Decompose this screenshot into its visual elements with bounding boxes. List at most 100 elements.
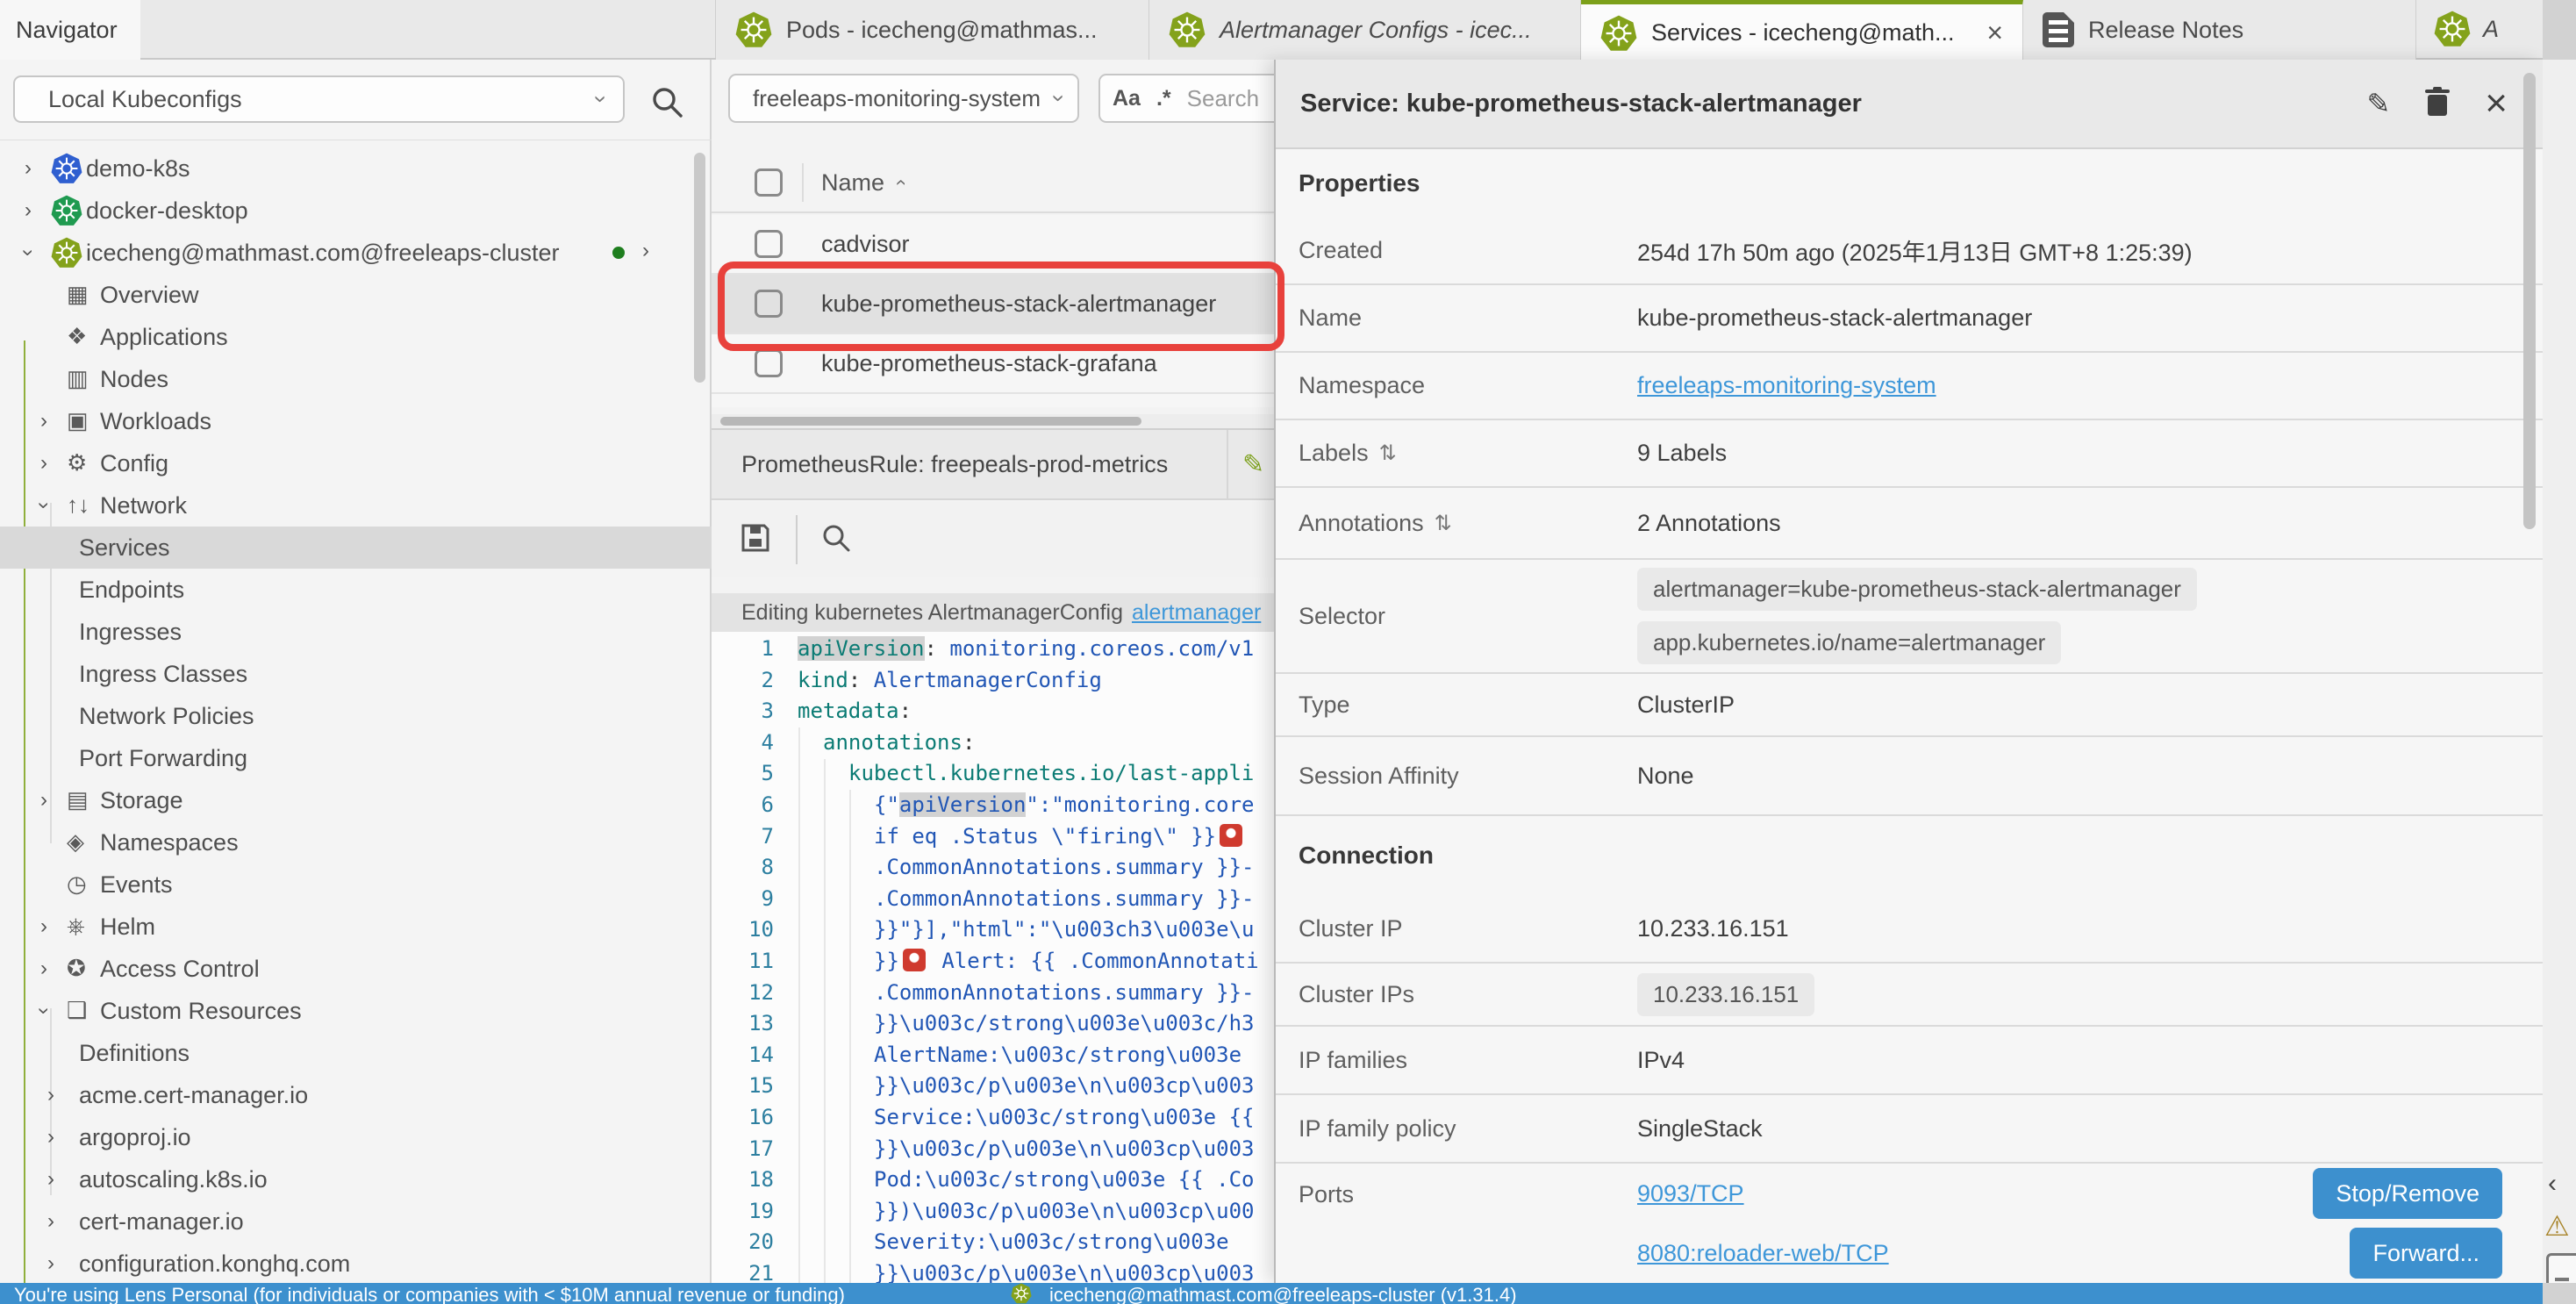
namespace-select[interactable]: freeleaps-monitoring-system › <box>728 74 1079 123</box>
dock-tab-prometheusrule[interactable]: PrometheusRule: freepeals-prod-metrics ✎ <box>712 428 1274 500</box>
navigator-panel-tab[interactable]: Navigator <box>0 0 140 60</box>
sidebar-item-access-control[interactable]: ›✪Access Control <box>0 948 712 990</box>
row-checkbox[interactable] <box>755 290 783 318</box>
sidebar-item-definitions[interactable]: Definitions <box>0 1032 712 1074</box>
table-row-cadvisor[interactable]: cadvisor <box>712 215 1274 275</box>
table-row-kube-prometheus-stack-[interactable]: kube-prometheus-stack-... <box>712 394 1274 407</box>
chevron-right-icon[interactable]: › <box>47 1125 54 1150</box>
chevron-right-icon[interactable]: › <box>40 451 47 476</box>
search-placeholder: Search <box>1187 85 1259 112</box>
sidebar-item-services[interactable]: Services <box>0 527 712 569</box>
tab-release-notes[interactable]: Release Notes <box>2023 0 2416 60</box>
table-row-kube-prometheus-stack-alertmanager[interactable]: kube-prometheus-stack-alertmanager <box>712 275 1274 334</box>
detail-value: kube-prometheus-stack-alertmanager <box>1637 305 2032 332</box>
cluster-tree: ›demo-k8s›docker-desktop›icecheng@mathma… <box>0 147 712 1283</box>
drawer-body: PropertiesCreated254d 17h 50m ago (2025年… <box>1276 149 2543 1283</box>
regex-icon[interactable]: .* <box>1156 86 1171 111</box>
forward--button[interactable]: Forward... <box>2350 1228 2502 1279</box>
stop-remove-button[interactable]: Stop/Remove <box>2313 1168 2502 1219</box>
port-link[interactable]: 8080:reloader-web/TCP <box>1637 1240 1889 1267</box>
sidebar-item-namespaces[interactable]: ◈Namespaces <box>0 821 712 863</box>
sidebar-item-label: Services <box>79 534 170 562</box>
chevron-right-icon[interactable]: › <box>40 409 47 433</box>
chevron-right-icon[interactable]: › <box>40 788 47 813</box>
edit-pencil-icon[interactable]: ✎ <box>2366 87 2390 120</box>
drawer-scrollbar-thumb[interactable] <box>2523 73 2536 529</box>
sidebar-item-endpoints[interactable]: Endpoints <box>0 569 712 611</box>
catalog-search-icon[interactable] <box>649 84 684 119</box>
tab-alertmanager-configs-ice[interactable]: Alertmanager Configs - icec... <box>1149 0 1581 60</box>
list-search-input[interactable]: Aa .* Search <box>1098 74 1274 123</box>
name-column-header[interactable]: Name <box>821 169 884 197</box>
match-case-icon[interactable]: Aa <box>1113 86 1141 111</box>
strip-top <box>2543 0 2576 60</box>
chevron-right-icon[interactable]: › <box>25 198 32 223</box>
chevron-right-icon[interactable]: › <box>40 957 47 981</box>
namespace-link[interactable]: freeleaps-monitoring-system <box>1637 372 1936 399</box>
editor-search-icon[interactable] <box>820 522 852 558</box>
sidebar-item-cert-manager-io[interactable]: ›cert-manager.io <box>0 1200 712 1243</box>
editing-text: Editing kubernetes AlertmanagerConfig <box>741 600 1123 626</box>
sidebar-item-nodes[interactable]: ▥Nodes <box>0 358 712 400</box>
sidebar-item-acme-cert-manager-io[interactable]: ›acme.cert-manager.io <box>0 1074 712 1116</box>
sidebar-item-events[interactable]: ◷Events <box>0 863 712 906</box>
chevron-down-icon[interactable]: › <box>32 502 56 509</box>
chevron-down-icon[interactable]: › <box>32 1007 56 1014</box>
sidebar-item-label: Endpoints <box>79 577 184 604</box>
tab-pods-icecheng-mathmas-[interactable]: Pods - icecheng@mathmas... <box>716 0 1149 60</box>
save-icon[interactable] <box>740 522 771 558</box>
row-checkbox[interactable] <box>755 230 783 258</box>
sidebar-item-port-forwarding[interactable]: Port Forwarding <box>0 737 712 779</box>
port-link[interactable]: 9093/TCP <box>1637 1180 1744 1207</box>
edit-pencil-icon[interactable]: ✎ <box>1242 449 1264 480</box>
table-horizontal-scrollbar[interactable] <box>712 414 1274 428</box>
editor-line-numbers: 123456789101112131415161718192021 <box>712 634 786 1283</box>
chevron-down-icon[interactable]: › <box>16 249 40 256</box>
sidebar-item-demo-k8s[interactable]: ›demo-k8s <box>0 147 712 190</box>
kubeconfig-select[interactable]: Local Kubeconfigs › <box>13 75 625 123</box>
sidebar-item-ingresses[interactable]: Ingresses <box>0 611 712 653</box>
close-tab-icon[interactable]: × <box>1974 17 2003 49</box>
tab-services-icecheng-math-[interactable]: Services - icecheng@math...× <box>1581 0 2023 61</box>
sidebar-item-docker-desktop[interactable]: ›docker-desktop <box>0 190 712 232</box>
sidebar-item-autoscaling-k8s-io[interactable]: ›autoscaling.k8s.io <box>0 1158 712 1200</box>
chevron-right-icon[interactable]: › <box>25 156 32 181</box>
chevron-down-icon: › <box>1048 95 1071 103</box>
detail-label: Labels <box>1299 440 1369 467</box>
sort-toggle-icon[interactable]: ⇅ <box>1379 441 1397 466</box>
chevron-right-icon[interactable]: › <box>47 1167 54 1192</box>
kubernetes-icon <box>1600 15 1637 52</box>
chevron-left-icon[interactable]: ‹ <box>2548 1169 2557 1199</box>
select-all-checkbox[interactable] <box>755 168 783 197</box>
sidebar-item-icecheng-mathmast-com-freeleaps-cluster[interactable]: ›icecheng@mathmast.com@freeleaps-cluster… <box>0 232 712 274</box>
sidebar-item-custom-resources[interactable]: ›❑Custom Resources <box>0 990 712 1032</box>
row-checkbox[interactable] <box>755 349 783 377</box>
sidebar-item-argoproj-io[interactable]: ›argoproj.io <box>0 1116 712 1158</box>
sidebar-scrollbar-thumb[interactable] <box>694 153 705 383</box>
sidebar-item-overview[interactable]: ▦Overview <box>0 274 712 316</box>
delete-trash-icon[interactable] <box>2423 86 2451 122</box>
yaml-editor[interactable]: 123456789101112131415161718192021 apiVer… <box>712 632 1274 1283</box>
chevron-right-icon[interactable]: › <box>47 1251 54 1276</box>
sidebar-item-helm[interactable]: ›⎈Helm <box>0 906 712 948</box>
puzzle-icon: ❑ <box>67 999 87 1021</box>
sidebar-item-ingress-classes[interactable]: Ingress Classes <box>0 653 712 695</box>
close-icon[interactable]: × <box>2485 84 2508 123</box>
sidebar-item-storage[interactable]: ›▤Storage <box>0 779 712 821</box>
sort-ascending-icon[interactable]: › <box>889 179 912 185</box>
editing-resource-link[interactable]: alertmanager <box>1132 600 1261 626</box>
chevron-right-icon[interactable]: › <box>47 1209 54 1234</box>
table-row-kube-prometheus-stack-grafana[interactable]: kube-prometheus-stack-grafana <box>712 334 1274 394</box>
sidebar-item-network[interactable]: ›↑↓Network <box>0 484 712 527</box>
chevron-right-icon[interactable]: › <box>40 914 47 939</box>
sidebar-item-workloads[interactable]: ›▣Workloads <box>0 400 712 442</box>
sidebar-item-network-policies[interactable]: Network Policies <box>0 695 712 737</box>
chevron-right-icon[interactable]: › <box>642 239 649 263</box>
chevron-right-icon[interactable]: › <box>47 1083 54 1107</box>
sidebar-item-applications[interactable]: ❖Applications <box>0 316 712 358</box>
sidebar-item-configuration-konghq-com[interactable]: ›configuration.konghq.com <box>0 1243 712 1283</box>
sort-toggle-icon[interactable]: ⇅ <box>1435 511 1452 536</box>
warning-triangle-icon[interactable]: ⚠ <box>2544 1209 2570 1243</box>
code-line-8: .CommonAnnotations.summary }}- <box>798 852 1274 884</box>
sidebar-item-config[interactable]: ›⚙Config <box>0 442 712 484</box>
